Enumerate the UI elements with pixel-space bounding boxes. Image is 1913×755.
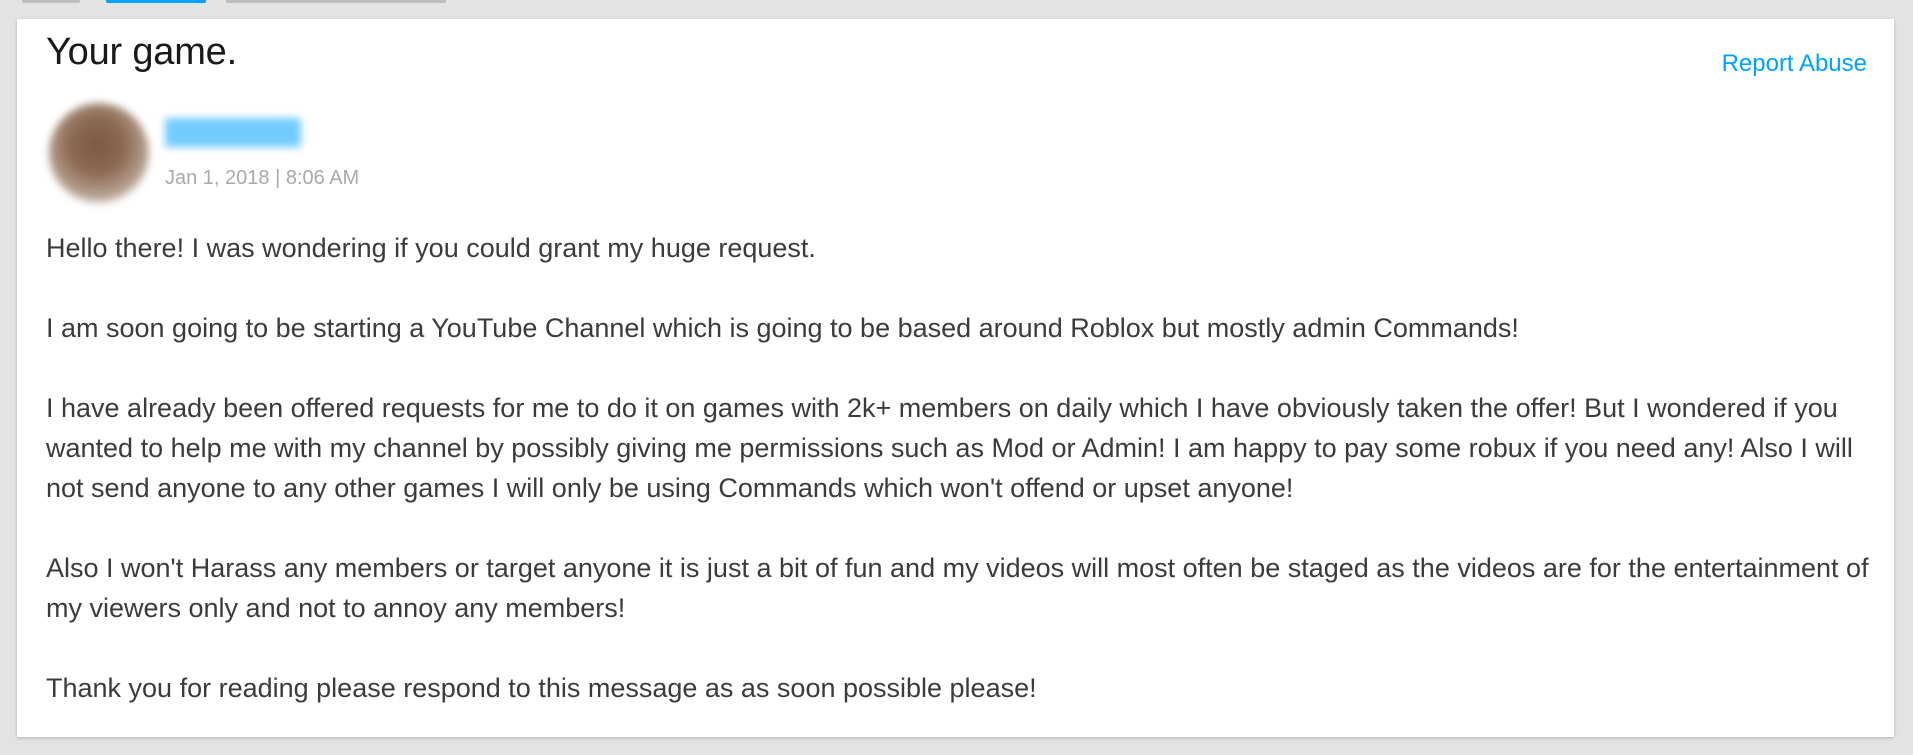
tab[interactable]	[22, 0, 80, 3]
tab[interactable]	[226, 0, 446, 3]
message-paragraph: Thank you for reading please respond to …	[46, 673, 1037, 703]
message-body: Hello there! I was wondering if you coul…	[46, 228, 1876, 708]
message-paragraph: I have already been offered requests for…	[46, 393, 1853, 503]
sender-name-link[interactable]: ████████	[165, 119, 301, 147]
message-paragraph: Also I won't Harass any members or targe…	[46, 553, 1869, 623]
sender-avatar[interactable]	[49, 103, 149, 203]
message-timestamp: Jan 1, 2018 | 8:06 AM	[165, 167, 360, 189]
report-abuse-link[interactable]: Report Abuse	[1722, 50, 1867, 78]
message-paragraph: Hello there! I was wondering if you coul…	[46, 233, 816, 263]
message-tabs	[22, 0, 452, 3]
tab-active[interactable]	[106, 0, 206, 3]
message-subject: Your game.	[46, 31, 237, 73]
message-card: Your game. Report Abuse ████████ Jan 1, …	[17, 19, 1894, 737]
message-paragraph: I am soon going to be starting a YouTube…	[46, 313, 1519, 343]
